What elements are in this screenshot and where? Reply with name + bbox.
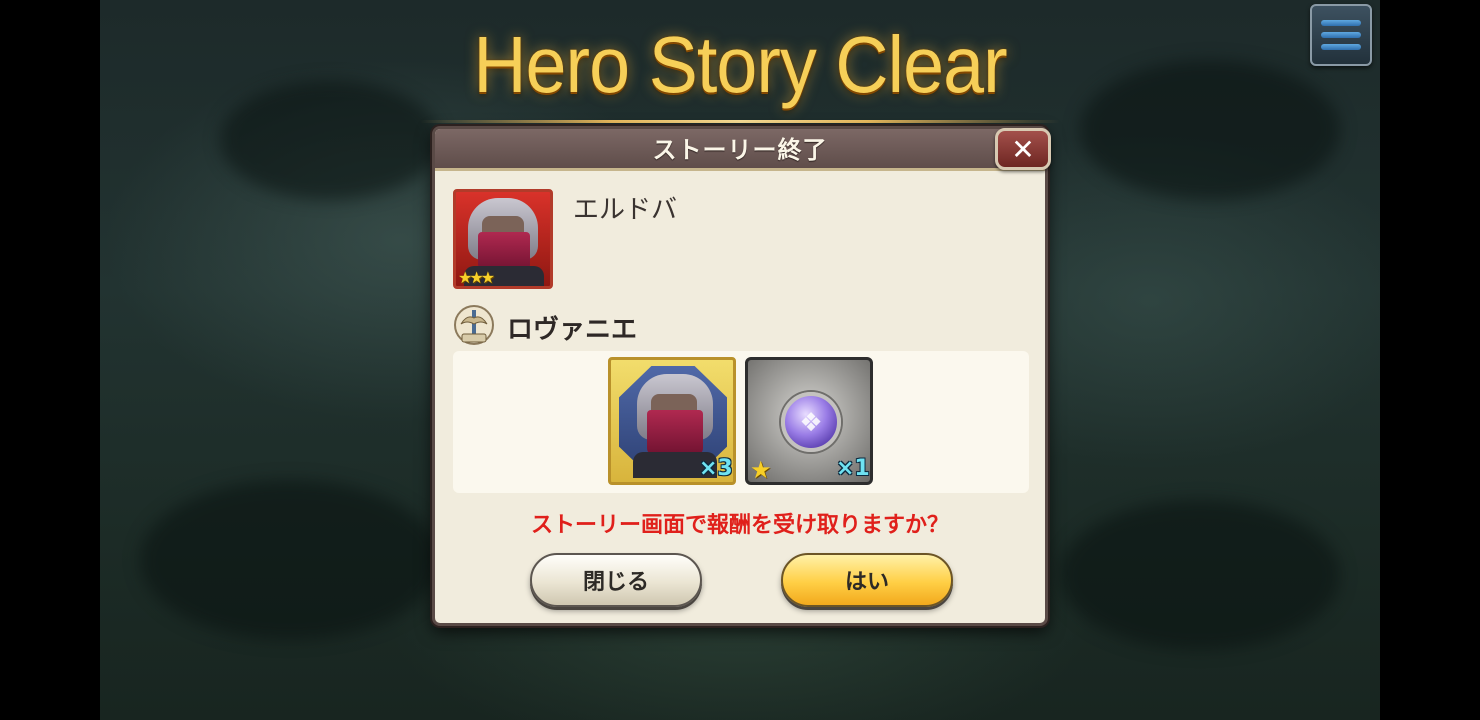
- background-shadow: [1060, 500, 1340, 650]
- confirm-question: ストーリー画面で報酬を受け取りますか？: [530, 513, 949, 538]
- hero-portrait[interactable]: ★★★: [453, 189, 553, 289]
- story-complete-dialog: ストーリー終了 ✕ ★★★ エルドバ ロヴァニエ ×3 ❖ ★ ×1 ストーリー…: [432, 126, 1051, 626]
- rarity-stars: ★★★: [458, 268, 495, 287]
- reward-item-orb[interactable]: ❖ ★ ×1: [745, 357, 873, 485]
- reward-item-hero-shard[interactable]: ×3: [608, 357, 736, 485]
- story-icon: [454, 305, 494, 345]
- hamburger-menu-icon-bar: [1321, 44, 1361, 50]
- rarity-star-icon: ★: [750, 456, 772, 484]
- menu-button[interactable]: [1310, 4, 1372, 66]
- background-shadow: [140, 480, 440, 640]
- close-dialog-button[interactable]: 閉じる: [530, 553, 702, 607]
- story-name: ロヴァニエ: [507, 315, 638, 345]
- close-icon: ✕: [1011, 132, 1035, 166]
- dialog-header: ストーリー終了: [435, 129, 1045, 171]
- reward-quantity: ×1: [836, 456, 870, 481]
- close-button[interactable]: ✕: [995, 128, 1051, 170]
- hamburger-menu-icon: [1321, 20, 1361, 26]
- hero-mask: [647, 410, 703, 456]
- reward-quantity: ×3: [699, 456, 733, 481]
- close-dialog-button-label: 閉じる: [582, 570, 649, 595]
- banner-title: Hero Story Clear: [473, 20, 1007, 109]
- hamburger-menu-icon-bar: [1321, 32, 1361, 38]
- reward-list: ×3 ❖ ★ ×1: [453, 351, 1029, 493]
- background-shadow: [220, 80, 440, 200]
- story-clear-banner: Hero Story Clear: [420, 20, 1060, 123]
- hero-name: エルドバ: [573, 195, 678, 225]
- orb-glyph-icon: ❖: [799, 408, 823, 438]
- dialog-title: ストーリー終了: [652, 136, 828, 164]
- background-shadow: [1080, 60, 1340, 200]
- banner-underline: [420, 120, 1060, 123]
- yes-button[interactable]: はい: [781, 553, 953, 607]
- orb-icon: ❖: [781, 392, 841, 452]
- yes-button-label: はい: [844, 570, 889, 595]
